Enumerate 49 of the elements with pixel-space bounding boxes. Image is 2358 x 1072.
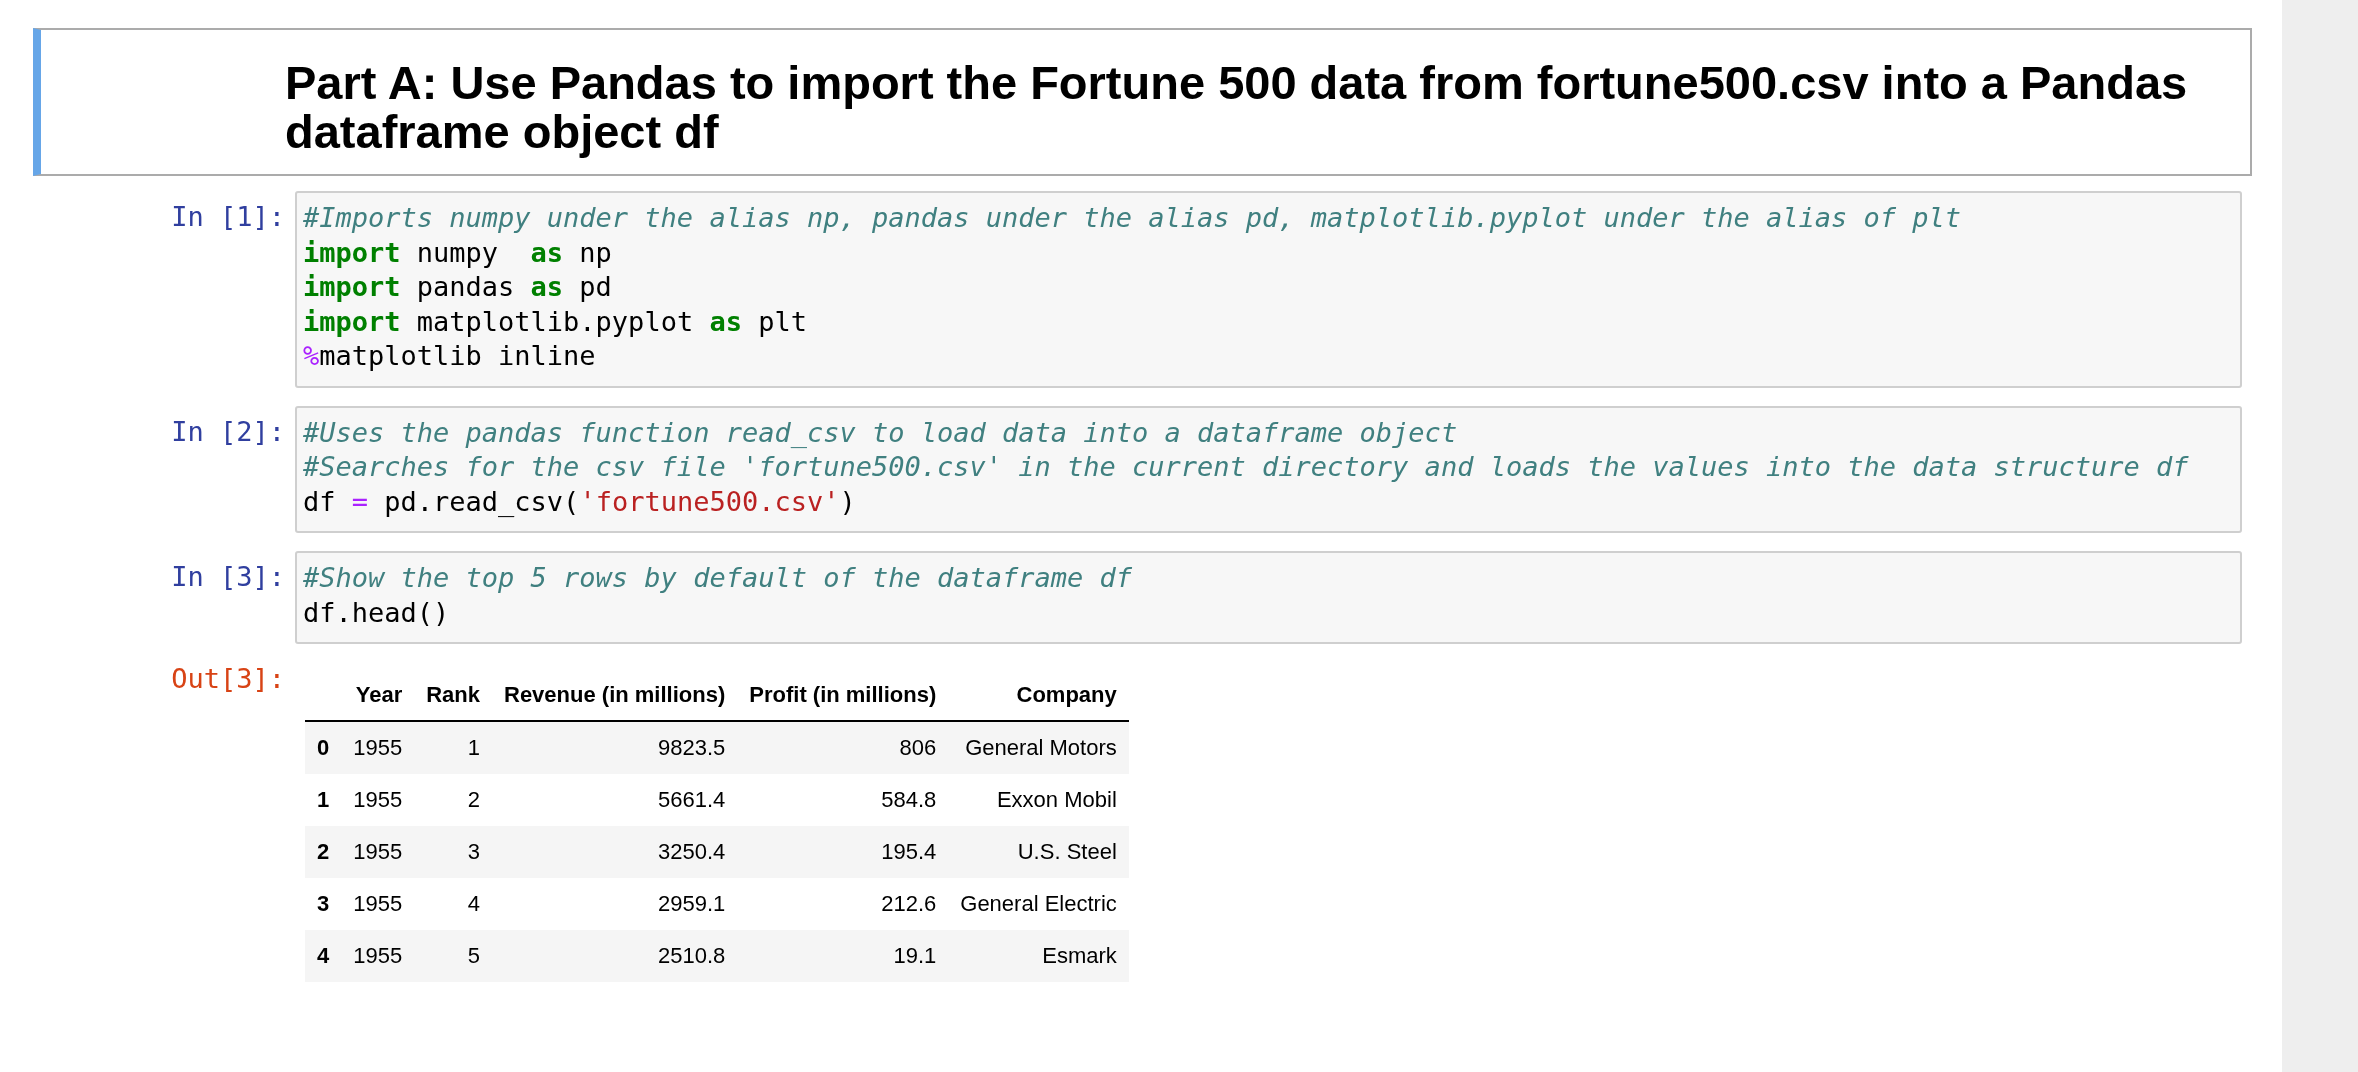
table-cell: 2 (414, 774, 492, 826)
code-line: df = pd.read_csv('fortune500.csv') (303, 484, 856, 519)
table-cell: 3250.4 (492, 826, 738, 878)
input-prompt: In [3]: (170, 560, 286, 594)
table-cell: 2959.1 (492, 878, 738, 930)
table-cell: 1955 (341, 774, 415, 826)
table-cell: General Electric (948, 878, 1129, 930)
table-cell: 1955 (341, 721, 415, 774)
code-editor[interactable]: #Show the top 5 rows by default of the dataframe df df.head() (295, 551, 2242, 644)
row-index: 3 (305, 878, 342, 930)
table-cell: U.S. Steel (948, 826, 1129, 878)
input-prompt: In [2]: (170, 414, 286, 449)
table-cell: 19.1 (737, 930, 949, 982)
table-cell: 806 (737, 721, 949, 774)
row-index: 1 (305, 774, 342, 826)
markdown-cell[interactable]: Part A: Use Pandas to import the Fortune 500 data from fortune500.csv into a Pandas dataframe object df (33, 28, 2252, 176)
input-prompt: In [1]: (170, 200, 286, 234)
table-cell: 212.6 (737, 878, 949, 930)
table-cell: 3 (414, 826, 492, 878)
code-line: #Uses the pandas function read_csv to load data into a dataframe object (303, 415, 1458, 450)
table-cell: 1955 (341, 826, 415, 878)
row-index: 4 (305, 930, 342, 982)
table-cell: 1955 (341, 930, 415, 982)
row-index: 0 (305, 721, 342, 774)
table-cell: Esmark (948, 930, 1129, 982)
code-line: #Searches for the csv file 'fortune500.csv' in the current directory and loads the values into the data structure df (303, 450, 2189, 484)
table-cell: 2510.8 (492, 930, 738, 982)
table-cell: 1 (414, 721, 492, 774)
table-cell: 195.4 (737, 826, 949, 878)
code-line: #Imports numpy under the alias np, pandas under the alias pd, matplotlib.pyplot under the alias of plt (303, 201, 1962, 235)
row-index: 2 (305, 826, 342, 878)
code-line: #Show the top 5 rows by default of the dataframe df (303, 561, 1133, 595)
output-prompt: Out[3]: (170, 662, 286, 696)
section-heading: Part A: Use Pandas to import the Fortune 500 data from fortune500.csv into a Pandas dataframe object df (285, 58, 2189, 156)
table-cell: General Motors (948, 721, 1129, 774)
code-editor[interactable]: #Imports numpy under the alias np, pandas under the alias pd, matplotlib.pyplot under the alias of plt import numpy as np import pandas as pd import matplotlib.pyplot as plt %matplotlib inline (295, 191, 2242, 388)
code-line: import numpy as np (303, 235, 612, 270)
table-cell: 584.8 (737, 774, 949, 826)
code-line: import pandas as pd (303, 270, 612, 304)
table-cell: 5 (414, 930, 492, 982)
code-line: %matplotlib inline (303, 339, 596, 373)
table-cell: 4 (414, 878, 492, 930)
code-line: df.head() (303, 595, 450, 630)
code-editor[interactable] (295, 405, 2242, 533)
code-line: import matplotlib.pyplot as plt (303, 304, 807, 339)
table-cell: 1955 (341, 878, 415, 930)
table-cell: Exxon Mobil (948, 774, 1129, 826)
table-cell: 9823.5 (492, 721, 738, 774)
table-cell: 5661.4 (492, 774, 738, 826)
